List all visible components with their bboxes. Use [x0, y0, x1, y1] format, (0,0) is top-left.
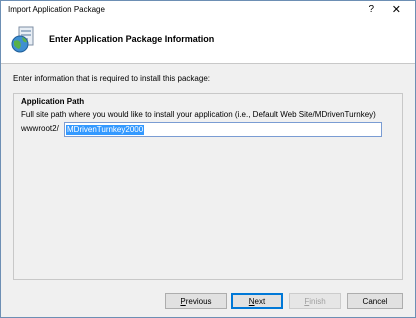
application-path-group: Application Path Full site path where yo…	[13, 93, 403, 280]
import-dialog: Import Application Package ? ✕ Enter App…	[0, 0, 416, 318]
previous-button[interactable]: Previous	[165, 293, 227, 309]
next-label: ext	[254, 296, 266, 306]
previous-label: revious	[185, 296, 212, 306]
cancel-label: Cancel	[362, 296, 388, 306]
application-path-description: Full site path where you would like to i…	[21, 110, 376, 119]
title-bar: Import Application Package ? ✕	[1, 1, 415, 21]
instructions-text: Enter information that is required to in…	[13, 74, 210, 83]
cancel-button[interactable]: Cancel	[347, 293, 403, 309]
window-title: Import Application Package	[8, 5, 105, 14]
content-area: Enter information that is required to in…	[1, 64, 415, 286]
application-path-label: Application Path	[21, 97, 85, 106]
help-icon[interactable]: ?	[368, 4, 374, 15]
application-path-input[interactable]	[64, 122, 382, 137]
path-prefix-label: wwwroot2/	[21, 124, 59, 133]
dialog-header: Enter Application Package Information	[1, 21, 415, 59]
finish-button[interactable]: Finish	[289, 293, 341, 309]
close-icon[interactable]: ✕	[392, 3, 401, 16]
next-button[interactable]: Next	[231, 293, 283, 309]
button-bar: Previous Next Finish Cancel	[1, 286, 415, 317]
page-heading: Enter Application Package Information	[49, 34, 215, 44]
finish-label: inish	[309, 296, 326, 306]
package-globe-icon	[11, 26, 34, 53]
